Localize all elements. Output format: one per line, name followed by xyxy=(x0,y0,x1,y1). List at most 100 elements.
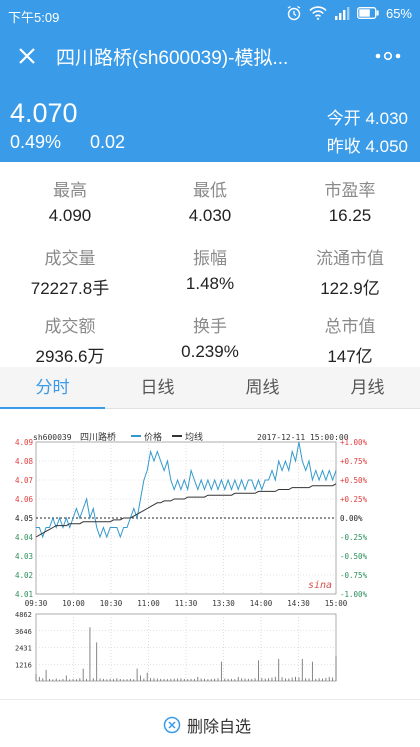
quote-header: 4.070 0.49% 0.02 今开 4.030 昨收 4.050 xyxy=(0,82,420,162)
y-tick-label-right: -1.00% xyxy=(340,590,368,599)
stock-detail-page: 下午5:09 65% 四川路桥(sh600039)-模拟... 4.070 0.… xyxy=(0,0,420,747)
stat-pe: 市盈率 16.25 xyxy=(280,176,420,226)
volume-tick-label: 1216 xyxy=(15,661,32,669)
y-tick-label-right: +0.50% xyxy=(340,476,368,485)
delete-watchlist-label: 删除自选 xyxy=(187,719,252,736)
stat-value: 0.239% xyxy=(181,342,239,361)
change-percent: 0.49% xyxy=(10,132,62,152)
prev-close-price: 昨收 4.050 xyxy=(326,137,408,156)
stats-grid: 最高 4.090 最低 4.030 市盈率 16.25 成交量 72227.8手… xyxy=(0,162,420,367)
close-button[interactable] xyxy=(14,43,40,69)
chart-grid xyxy=(35,441,337,682)
x-tick-label: 14:30 xyxy=(287,599,310,608)
stat-value: 72227.8手 xyxy=(30,279,110,298)
y-tick-label-left: 4.08 xyxy=(15,457,34,466)
more-button[interactable] xyxy=(370,42,406,70)
stat-turnover-rate: 换手 0.239% xyxy=(140,312,280,362)
stat-value: 122.9亿 xyxy=(320,279,380,298)
volume-tick-label: 3646 xyxy=(15,628,32,636)
stat-label: 最高 xyxy=(53,181,87,200)
bottom-action-bar: 删除自选 xyxy=(0,699,420,747)
stat-label: 成交量 xyxy=(44,249,96,268)
change-amount: 0.02 xyxy=(90,132,126,152)
remove-circle-icon xyxy=(163,716,181,734)
stat-value: 2936.6万 xyxy=(35,347,105,366)
page-title: 四川路桥(sh600039)-模拟... xyxy=(56,48,289,69)
volume-tick-label: 2431 xyxy=(15,645,32,653)
legend-avg-label: 均线 xyxy=(185,431,203,443)
y-tick-label-right: +0.25% xyxy=(340,495,368,504)
period-tabs: 分时 日线 周线 月线 xyxy=(0,367,420,410)
y-tick-label-right: -0.50% xyxy=(340,552,368,561)
stat-label: 振幅 xyxy=(193,249,227,268)
y-tick-label-right: -0.75% xyxy=(340,571,368,580)
stat-label: 总市值 xyxy=(324,317,376,336)
delete-watchlist-button[interactable]: 删除自选 xyxy=(163,713,251,737)
tab-monthly[interactable]: 月线 xyxy=(315,367,420,409)
stat-amplitude: 振幅 1.48% xyxy=(140,244,280,294)
tab-weekly[interactable]: 周线 xyxy=(210,367,315,409)
x-tick-label: 11:00 xyxy=(137,599,160,608)
x-tick-label: 13:30 xyxy=(212,599,235,608)
legend-avg-swatch xyxy=(172,435,182,437)
stat-turnover-amount: 成交额 2936.6万 xyxy=(0,312,140,367)
volume-tick-label: 4862 xyxy=(15,611,32,619)
stat-value: 4.030 xyxy=(188,206,232,225)
y-tick-label-left: 4.03 xyxy=(15,552,33,561)
y-tick-label-right: -0.25% xyxy=(340,533,368,542)
status-bar: 下午5:09 65% xyxy=(0,0,420,30)
status-icons: 65% xyxy=(286,5,412,21)
stat-label: 市盈率 xyxy=(324,181,376,200)
current-price: 4.070 xyxy=(10,98,78,128)
close-icon xyxy=(19,48,35,64)
stat-float-cap: 流通市值 122.9亿 xyxy=(280,244,420,299)
stat-label: 成交额 xyxy=(44,317,96,336)
x-tick-label: 09:30 xyxy=(25,599,48,608)
stat-label: 换手 xyxy=(193,317,227,336)
y-tick-label-left: 4.09 xyxy=(15,438,33,447)
stat-total-cap: 总市值 147亿 xyxy=(280,312,420,367)
title-bar: 四川路桥(sh600039)-模拟... xyxy=(0,30,420,82)
stat-label: 最低 xyxy=(193,181,227,200)
tab-intraday[interactable]: 分时 xyxy=(0,367,105,410)
y-tick-label-left: 4.02 xyxy=(15,571,33,580)
legend-price-label: 价格 xyxy=(144,431,162,443)
chart-series xyxy=(35,441,337,539)
y-tick-label-right: 0.00% xyxy=(340,514,363,523)
x-tick-label: 10:30 xyxy=(100,599,123,608)
chart-code-label: sh600039 xyxy=(33,433,72,442)
intraday-chart[interactable]: sh600039 四川路桥 价格 均线 2017-12-11 15:00:00 … xyxy=(0,409,420,699)
x-tick-label: 14:00 xyxy=(250,599,273,608)
alarm-icon xyxy=(287,5,301,21)
stat-value: 4.090 xyxy=(48,206,92,225)
status-time: 下午5:09 xyxy=(8,10,60,25)
legend-price-swatch xyxy=(131,435,141,437)
signal-icon xyxy=(334,7,350,20)
stat-low: 最低 4.030 xyxy=(140,176,280,226)
stat-value: 16.25 xyxy=(328,206,372,225)
stat-volume: 成交量 72227.8手 xyxy=(0,244,140,299)
open-price: 今开 4.030 xyxy=(326,109,408,128)
stat-value: 147亿 xyxy=(327,347,373,366)
y-tick-label-left: 4.01 xyxy=(15,590,33,599)
chart-name-label: 四川路桥 xyxy=(80,431,116,443)
y-tick-label-right: +1.00% xyxy=(340,438,368,447)
battery-level: 65% xyxy=(385,5,412,21)
stat-label: 流通市值 xyxy=(316,249,384,268)
sina-watermark: sina xyxy=(308,580,332,591)
y-tick-label-left: 4.06 xyxy=(15,495,34,504)
y-tick-label-left: 4.04 xyxy=(15,533,34,542)
x-tick-label: 10:00 xyxy=(62,599,85,608)
tab-daily[interactable]: 日线 xyxy=(105,367,210,409)
more-icon xyxy=(375,51,401,61)
x-tick-label: 11:30 xyxy=(175,599,198,608)
x-tick-label: 15:00 xyxy=(325,599,348,608)
y-tick-label-left: 4.07 xyxy=(15,476,33,485)
y-tick-label-right: +0.75% xyxy=(340,457,368,466)
y-tick-label-left: 4.05 xyxy=(15,514,33,523)
wifi-icon xyxy=(309,6,327,20)
chart-timestamp: 2017-12-11 15:00:00 xyxy=(257,433,349,442)
battery-icon xyxy=(357,7,379,19)
stat-high: 最高 4.090 xyxy=(0,176,140,226)
stat-value: 1.48% xyxy=(185,274,235,293)
